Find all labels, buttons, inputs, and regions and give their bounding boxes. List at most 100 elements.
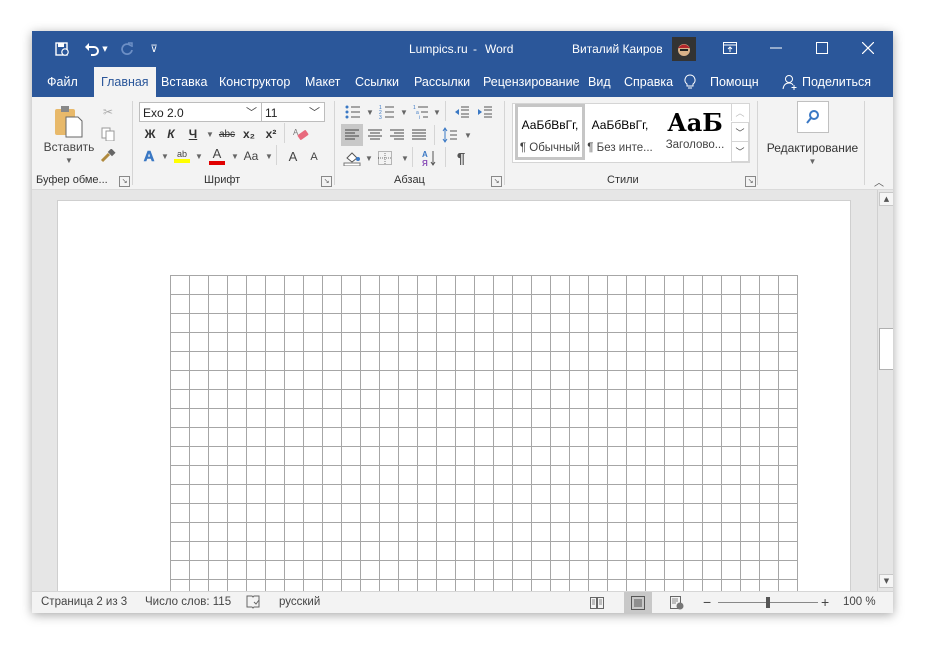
table-cell[interactable] <box>607 560 627 580</box>
table-cell[interactable] <box>702 541 722 561</box>
table-cell[interactable] <box>322 313 342 333</box>
table-cell[interactable] <box>341 389 361 409</box>
change-case-button[interactable]: Aa <box>240 147 262 165</box>
table-cell[interactable] <box>284 408 304 428</box>
table-cell[interactable] <box>626 351 646 371</box>
table-cell[interactable] <box>683 446 703 466</box>
table-cell[interactable] <box>550 465 570 485</box>
table-cell[interactable] <box>778 503 798 523</box>
table-cell[interactable] <box>645 294 665 314</box>
numbering-button[interactable]: 123 <box>376 103 398 121</box>
table-cell[interactable] <box>569 427 589 447</box>
table-cell[interactable] <box>569 446 589 466</box>
table-cell[interactable] <box>265 427 285 447</box>
table-cell[interactable] <box>512 560 532 580</box>
table-cell[interactable] <box>417 389 437 409</box>
table-cell[interactable] <box>645 389 665 409</box>
table-cell[interactable] <box>607 503 627 523</box>
table-cell[interactable] <box>265 484 285 504</box>
borders-button[interactable] <box>374 148 396 168</box>
table-cell[interactable] <box>455 579 475 592</box>
table-cell[interactable] <box>436 332 456 352</box>
table-cell[interactable] <box>360 427 380 447</box>
table-cell[interactable] <box>360 389 380 409</box>
table-cell[interactable] <box>512 408 532 428</box>
table-cell[interactable] <box>740 351 760 371</box>
copy-icon[interactable] <box>98 125 118 143</box>
table-cell[interactable] <box>265 579 285 592</box>
table-cell[interactable] <box>664 294 684 314</box>
table-cell[interactable] <box>493 465 513 485</box>
line-spacing-button[interactable] <box>439 125 461 145</box>
table-cell[interactable] <box>683 389 703 409</box>
table-cell[interactable] <box>607 408 627 428</box>
tab-help[interactable]: Справка <box>618 67 679 97</box>
table-cell[interactable] <box>626 332 646 352</box>
table-cell[interactable] <box>645 484 665 504</box>
table-cell[interactable] <box>569 579 589 592</box>
zoom-slider-thumb[interactable] <box>766 597 770 608</box>
table-cell[interactable] <box>588 446 608 466</box>
table-cell[interactable] <box>398 484 418 504</box>
table-cell[interactable] <box>227 541 247 561</box>
table-cell[interactable] <box>607 446 627 466</box>
table-cell[interactable] <box>778 484 798 504</box>
table-cell[interactable] <box>550 294 570 314</box>
table-cell[interactable] <box>227 351 247 371</box>
table-cell[interactable] <box>759 351 779 371</box>
table-cell[interactable] <box>360 541 380 561</box>
strikethrough-button[interactable]: abc <box>216 125 238 143</box>
table-cell[interactable] <box>303 522 323 542</box>
table-cell[interactable] <box>759 408 779 428</box>
table-cell[interactable] <box>626 294 646 314</box>
table-cell[interactable] <box>569 389 589 409</box>
table-cell[interactable] <box>759 579 779 592</box>
table-cell[interactable] <box>265 408 285 428</box>
table-cell[interactable] <box>626 427 646 447</box>
numbering-dropdown-icon[interactable]: ▼ <box>400 108 408 117</box>
table-cell[interactable] <box>474 313 494 333</box>
table-cell[interactable] <box>455 560 475 580</box>
table-cell[interactable] <box>474 560 494 580</box>
table-cell[interactable] <box>759 446 779 466</box>
table-cell[interactable] <box>512 275 532 295</box>
table-cell[interactable] <box>607 370 627 390</box>
table-cell[interactable] <box>721 294 741 314</box>
table-cell[interactable] <box>360 522 380 542</box>
table-cell[interactable] <box>626 503 646 523</box>
table-cell[interactable] <box>322 427 342 447</box>
table-cell[interactable] <box>645 332 665 352</box>
table-cell[interactable] <box>569 351 589 371</box>
table-cell[interactable] <box>284 332 304 352</box>
table-cell[interactable] <box>303 370 323 390</box>
table-cell[interactable] <box>607 294 627 314</box>
table-cell[interactable] <box>379 465 399 485</box>
table-cell[interactable] <box>322 275 342 295</box>
table-cell[interactable] <box>265 332 285 352</box>
table-cell[interactable] <box>170 579 190 592</box>
cut-icon[interactable]: ✂ <box>98 103 118 121</box>
table-cell[interactable] <box>512 484 532 504</box>
table-cell[interactable] <box>588 351 608 371</box>
table-cell[interactable] <box>360 484 380 504</box>
table-cell[interactable] <box>322 351 342 371</box>
table-cell[interactable] <box>778 389 798 409</box>
format-painter-icon[interactable] <box>98 147 118 165</box>
clipboard-launcher-icon[interactable]: ↘ <box>119 176 130 187</box>
table-cell[interactable] <box>626 275 646 295</box>
table-cell[interactable] <box>227 484 247 504</box>
table-cell[interactable] <box>341 579 361 592</box>
justify-button[interactable] <box>408 124 430 146</box>
align-right-button[interactable] <box>386 124 408 146</box>
table-cell[interactable] <box>550 541 570 561</box>
table-cell[interactable] <box>265 313 285 333</box>
table-cell[interactable] <box>455 408 475 428</box>
styles-scroll-up-icon[interactable]: ︿ <box>731 103 748 121</box>
table-cell[interactable] <box>208 427 228 447</box>
table-cell[interactable] <box>759 294 779 314</box>
table-cell[interactable] <box>759 275 779 295</box>
table-cell[interactable] <box>493 389 513 409</box>
table-cell[interactable] <box>778 275 798 295</box>
table-cell[interactable] <box>531 427 551 447</box>
bullets-dropdown-icon[interactable]: ▼ <box>366 108 374 117</box>
